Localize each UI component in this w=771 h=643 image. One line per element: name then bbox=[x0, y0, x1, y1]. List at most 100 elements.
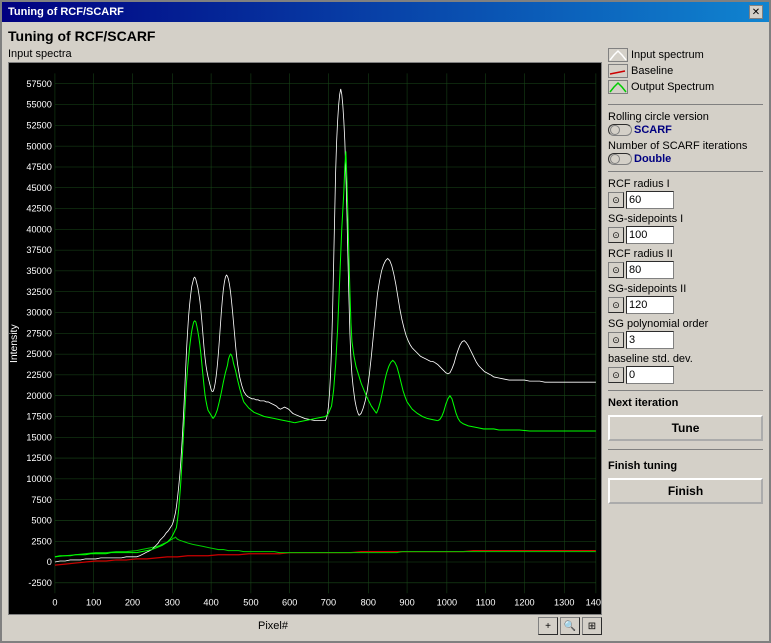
fit-button[interactable]: ⊞ bbox=[582, 617, 602, 635]
svg-text:12500: 12500 bbox=[26, 453, 52, 463]
legend-output-spectrum: Output Spectrum bbox=[608, 80, 763, 94]
svg-text:2500: 2500 bbox=[31, 536, 51, 546]
finish-tuning-label: Finish tuning bbox=[608, 460, 763, 472]
sg-poly-order-input[interactable] bbox=[626, 331, 674, 349]
svg-text:500: 500 bbox=[243, 598, 258, 608]
svg-text:1300: 1300 bbox=[554, 598, 574, 608]
window-title: Tuning of RCF/SCARF bbox=[8, 6, 124, 18]
zoom-in-button[interactable]: + bbox=[538, 617, 558, 635]
svg-text:35000: 35000 bbox=[26, 266, 52, 276]
right-panel: Input spectrum Baseline Output Spectrum bbox=[608, 48, 763, 635]
svg-text:600: 600 bbox=[282, 598, 297, 608]
rolling-circle-param: Rolling circle version SCARF bbox=[608, 111, 763, 136]
svg-text:15000: 15000 bbox=[26, 432, 52, 442]
sg-poly-order-param: SG polynomial order ⊙ bbox=[608, 318, 763, 349]
title-bar: Tuning of RCF/SCARF ✕ bbox=[2, 2, 769, 22]
chart-buttons: + 🔍 ⊞ bbox=[538, 617, 602, 635]
svg-text:900: 900 bbox=[399, 598, 414, 608]
sg-sidepoints-i-input[interactable] bbox=[626, 226, 674, 244]
chart-section: Input spectra bbox=[8, 48, 602, 635]
chart-container: -2500 0 2500 5000 7500 10000 12500 15000… bbox=[8, 62, 602, 615]
page-title: Tuning of RCF/SCARF bbox=[8, 28, 763, 44]
svg-text:100: 100 bbox=[86, 598, 101, 608]
baseline-std-dev-spinner[interactable]: ⊙ bbox=[608, 367, 624, 383]
svg-text:37500: 37500 bbox=[26, 245, 52, 255]
rcf-radius-i-control: ⊙ bbox=[608, 191, 763, 209]
svg-text:10000: 10000 bbox=[26, 474, 52, 484]
baseline-std-dev-label: baseline std. dev. bbox=[608, 353, 763, 365]
scarf-iter-control: Double bbox=[608, 153, 763, 165]
svg-text:0: 0 bbox=[47, 557, 52, 567]
rcf-radius-i-input[interactable] bbox=[626, 191, 674, 209]
svg-text:400: 400 bbox=[203, 598, 218, 608]
x-axis-label: Pixel# bbox=[8, 620, 538, 632]
rcf-radius-i-spinner[interactable]: ⊙ bbox=[608, 192, 624, 208]
baseline-icon bbox=[608, 64, 628, 78]
svg-text:Intensity: Intensity bbox=[9, 323, 20, 363]
main-row: Input spectra bbox=[8, 48, 763, 635]
svg-text:1100: 1100 bbox=[476, 598, 496, 608]
svg-text:5000: 5000 bbox=[31, 515, 51, 525]
svg-text:800: 800 bbox=[361, 598, 376, 608]
svg-text:52500: 52500 bbox=[26, 120, 52, 130]
sg-sidepoints-i-spinner[interactable]: ⊙ bbox=[608, 227, 624, 243]
svg-text:57500: 57500 bbox=[26, 79, 52, 89]
svg-text:1000: 1000 bbox=[437, 598, 457, 608]
svg-text:40000: 40000 bbox=[26, 224, 52, 234]
sg-sidepoints-ii-input[interactable] bbox=[626, 296, 674, 314]
sg-sidepoints-i-param: SG-sidepoints I ⊙ bbox=[608, 213, 763, 244]
svg-text:-2500: -2500 bbox=[28, 578, 51, 588]
scarf-iter-value: Double bbox=[634, 153, 671, 165]
svg-text:30000: 30000 bbox=[26, 308, 52, 318]
sg-sidepoints-ii-spinner[interactable]: ⊙ bbox=[608, 297, 624, 313]
scarf-iter-param: Number of SCARF iterations Double bbox=[608, 140, 763, 165]
baseline-std-dev-control: ⊙ bbox=[608, 366, 763, 384]
sg-sidepoints-i-control: ⊙ bbox=[608, 226, 763, 244]
svg-text:7500: 7500 bbox=[31, 495, 51, 505]
chart-bottom: Pixel# + 🔍 ⊞ bbox=[8, 617, 602, 635]
sg-poly-order-label: SG polynomial order bbox=[608, 318, 763, 330]
svg-text:1400: 1400 bbox=[586, 598, 601, 608]
legend-input-spectrum: Input spectrum bbox=[608, 48, 763, 62]
rolling-circle-control: SCARF bbox=[608, 124, 763, 136]
finish-button[interactable]: Finish bbox=[608, 478, 763, 504]
rcf-radius-ii-input[interactable] bbox=[626, 261, 674, 279]
scarf-iter-toggle[interactable] bbox=[608, 153, 632, 165]
svg-text:25000: 25000 bbox=[26, 349, 52, 359]
sg-sidepoints-ii-control: ⊙ bbox=[608, 296, 763, 314]
rolling-circle-toggle[interactable] bbox=[608, 124, 632, 136]
svg-text:17500: 17500 bbox=[26, 412, 52, 422]
svg-text:32500: 32500 bbox=[26, 287, 52, 297]
baseline-std-dev-param: baseline std. dev. ⊙ bbox=[608, 353, 763, 384]
sg-poly-order-spinner[interactable]: ⊙ bbox=[608, 332, 624, 348]
baseline-std-dev-input[interactable] bbox=[626, 366, 674, 384]
svg-text:0: 0 bbox=[52, 598, 57, 608]
svg-text:45000: 45000 bbox=[26, 183, 52, 193]
baseline-label: Baseline bbox=[631, 65, 673, 77]
main-window: Tuning of RCF/SCARF ✕ Tuning of RCF/SCAR… bbox=[0, 0, 771, 643]
output-spectrum-label: Output Spectrum bbox=[631, 81, 714, 93]
rolling-circle-label: Rolling circle version bbox=[608, 111, 763, 123]
output-spectrum-icon bbox=[608, 80, 628, 94]
svg-text:200: 200 bbox=[125, 598, 140, 608]
rcf-radius-ii-label: RCF radius II bbox=[608, 248, 763, 260]
input-spectrum-icon bbox=[608, 48, 628, 62]
tune-button[interactable]: Tune bbox=[608, 415, 763, 441]
svg-text:20000: 20000 bbox=[26, 391, 52, 401]
scarf-iter-label: Number of SCARF iterations bbox=[608, 140, 763, 152]
next-iteration-label: Next iteration bbox=[608, 397, 763, 409]
rcf-radius-ii-spinner[interactable]: ⊙ bbox=[608, 262, 624, 278]
zoom-out-button[interactable]: 🔍 bbox=[560, 617, 580, 635]
legend-baseline: Baseline bbox=[608, 64, 763, 78]
rcf-radius-i-param: RCF radius I ⊙ bbox=[608, 178, 763, 209]
sg-sidepoints-ii-label: SG-sidepoints II bbox=[608, 283, 763, 295]
svg-text:700: 700 bbox=[321, 598, 336, 608]
close-button[interactable]: ✕ bbox=[749, 5, 763, 19]
sg-poly-order-control: ⊙ bbox=[608, 331, 763, 349]
svg-text:300: 300 bbox=[165, 598, 180, 608]
chart-svg: -2500 0 2500 5000 7500 10000 12500 15000… bbox=[9, 63, 601, 614]
rcf-radius-ii-param: RCF radius II ⊙ bbox=[608, 248, 763, 279]
chart-section-label: Input spectra bbox=[8, 48, 602, 60]
content-area: Tuning of RCF/SCARF Input spectra bbox=[2, 22, 769, 641]
svg-text:50000: 50000 bbox=[26, 141, 52, 151]
